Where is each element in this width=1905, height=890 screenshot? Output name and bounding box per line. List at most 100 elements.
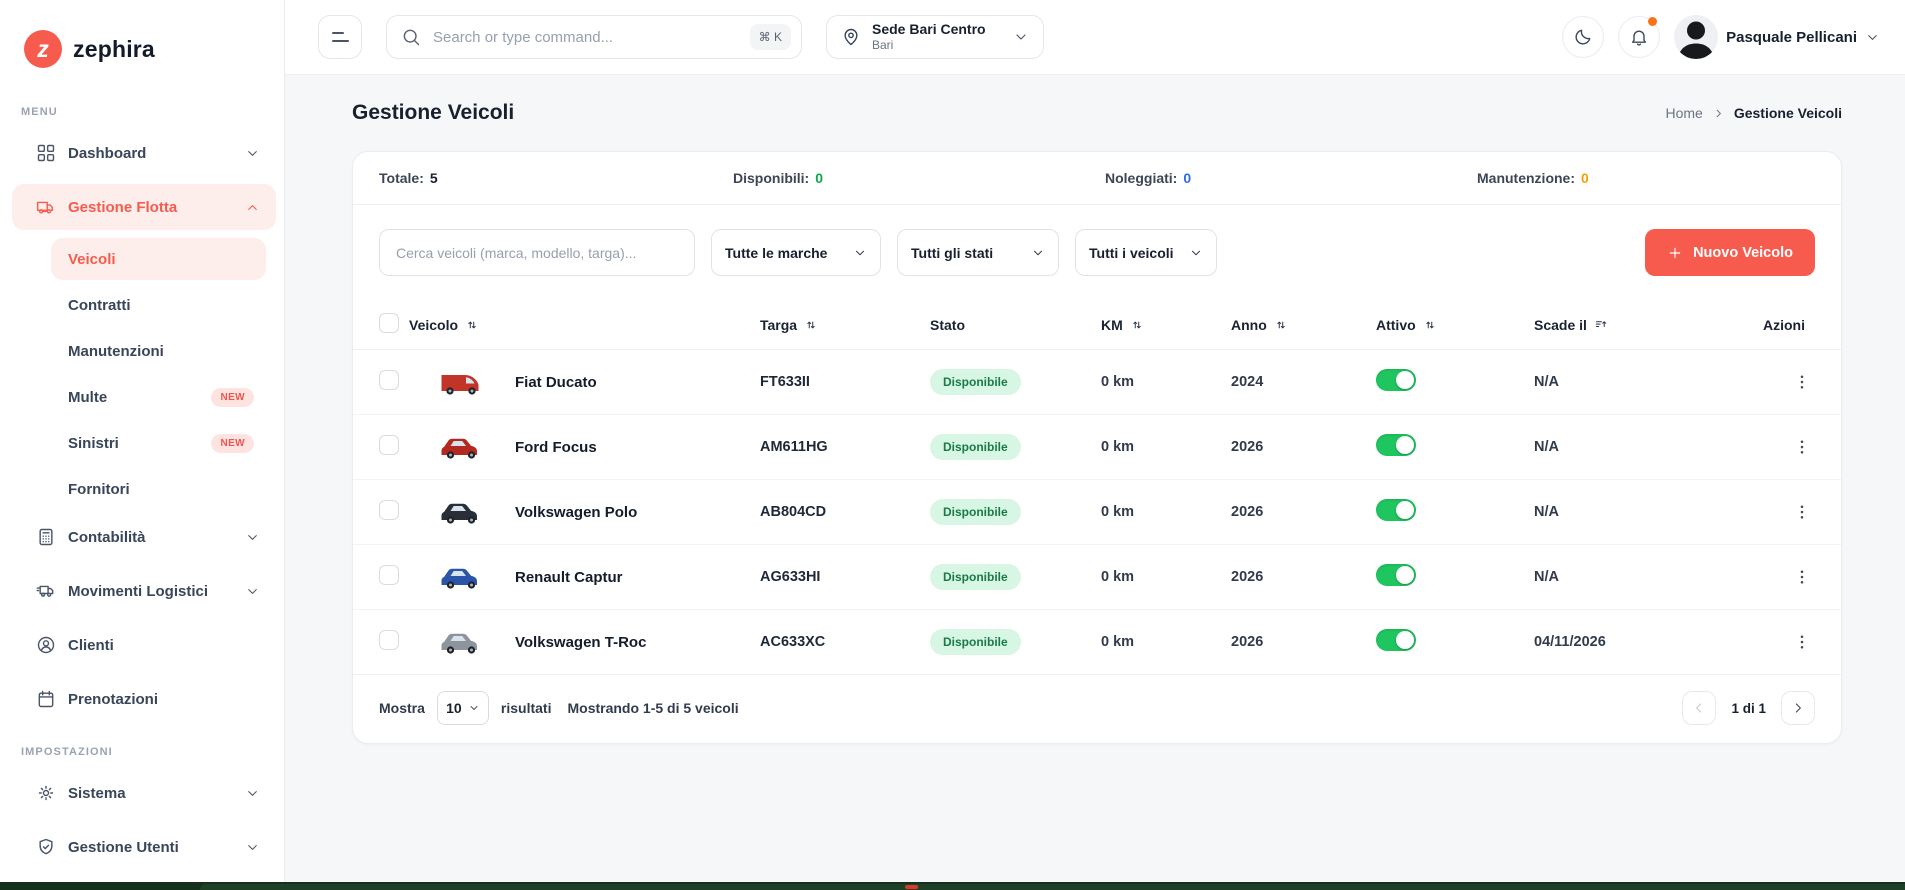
previous-page-button[interactable] <box>1682 691 1717 725</box>
notification-dot <box>1648 17 1658 26</box>
sidebar-subitem-multe[interactable]: Multe NEW <box>51 376 266 418</box>
vehicle-search-input[interactable] <box>394 243 680 262</box>
sidebar-subitem-veicoli[interactable]: Veicoli <box>51 238 266 280</box>
column-header-veicolo[interactable]: Veicolo <box>409 317 760 333</box>
new-badge: NEW <box>211 387 254 407</box>
vehicle-expiry: N/A <box>1534 504 1559 520</box>
calculator-icon <box>36 527 56 547</box>
location-selector[interactable]: Sede Bari Centro Bari <box>826 15 1044 59</box>
toggle-knob <box>1396 436 1414 454</box>
sidebar-subitem-fornitori[interactable]: Fornitori <box>51 468 266 510</box>
new-vehicle-button[interactable]: Nuovo Veicolo <box>1645 229 1815 276</box>
row-checkbox[interactable] <box>379 500 399 520</box>
chevron-down-icon <box>245 146 260 161</box>
chevron-down-icon <box>468 702 480 714</box>
user-icon <box>36 635 56 655</box>
plus-icon <box>1667 245 1683 261</box>
global-search-input[interactable] <box>431 27 740 47</box>
row-actions-button[interactable] <box>1793 568 1811 586</box>
sidebar-toggle-button[interactable] <box>318 15 362 59</box>
brand-logo[interactable]: z zephira <box>0 30 284 68</box>
notifications-button[interactable] <box>1618 16 1661 58</box>
chevron-down-icon <box>853 246 867 260</box>
status-badge: Disponibile <box>930 434 1021 460</box>
status-filter-select[interactable]: Tutti gli stati <box>897 229 1059 276</box>
per-page-label: Mostra <box>379 700 425 716</box>
active-toggle[interactable] <box>1376 499 1416 521</box>
column-header-attivo[interactable]: Attivo <box>1376 317 1534 333</box>
type-filter-value: Tutti i veicoli <box>1089 244 1174 261</box>
stats-bar: Totale: 5 Disponibili: 0 Noleggiati: 0 Manuten… <box>353 152 1841 205</box>
column-header-scade-il[interactable]: Scade il <box>1534 317 1763 333</box>
status-badge: Disponibile <box>930 564 1021 590</box>
stat-noleggiati: Noleggiati: 0 <box>1097 170 1469 186</box>
active-toggle[interactable] <box>1376 434 1416 456</box>
select-all-checkbox[interactable] <box>379 313 399 333</box>
truck-icon <box>36 197 56 217</box>
type-filter-select[interactable]: Tutti i veicoli <box>1075 229 1217 276</box>
bell-icon <box>1629 27 1649 47</box>
vehicle-km: 0 km <box>1101 504 1135 520</box>
vehicle-expiry: N/A <box>1534 569 1559 585</box>
stat-totale: Totale: 5 <box>353 170 725 186</box>
table-header: Veicolo Targa Stato KM Anno Attivo Scade il Azi… <box>353 300 1841 350</box>
column-header-anno[interactable]: Anno <box>1231 317 1376 333</box>
column-label: Scade il <box>1534 316 1587 333</box>
topbar-right: Pasquale Pellicani <box>1562 15 1880 59</box>
location-texts: Sede Bari Centro Bari <box>872 21 986 53</box>
row-actions-button[interactable] <box>1793 503 1811 521</box>
avatar <box>1674 15 1719 59</box>
table-row: Volkswagen T-Roc AC633XC Disponibile 0 k… <box>353 610 1841 675</box>
table-row: Volkswagen Polo AB804CD Disponibile 0 km… <box>353 480 1841 545</box>
column-label: Veicolo <box>409 316 459 333</box>
sidebar-subitem-contratti[interactable]: Contratti <box>51 284 266 326</box>
column-header-km[interactable]: KM <box>1101 317 1231 333</box>
chevron-down-icon <box>245 786 260 801</box>
vehicle-plate: AG633HI <box>760 569 821 585</box>
chevron-down-icon <box>1031 246 1045 260</box>
active-toggle[interactable] <box>1376 369 1416 391</box>
sidebar-item-dashboard[interactable]: Dashboard <box>12 130 276 176</box>
vehicle-thumbnail-volkswagen-t-roc <box>438 625 484 659</box>
sidebar-item-gestione-utenti[interactable]: Gestione Utenti <box>12 824 276 870</box>
breadcrumb-home[interactable]: Home <box>1665 105 1702 121</box>
vehicle-plate: FT633II <box>760 374 810 390</box>
brand-filter-select[interactable]: Tutte le marche <box>711 229 881 276</box>
row-actions-button[interactable] <box>1793 373 1811 391</box>
column-header-targa[interactable]: Targa <box>760 317 930 333</box>
user-menu[interactable]: Pasquale Pellicani <box>1674 15 1880 59</box>
row-checkbox[interactable] <box>379 565 399 585</box>
new-badge: NEW <box>211 433 254 453</box>
row-actions-button[interactable] <box>1793 438 1811 456</box>
next-page-button[interactable] <box>1781 691 1815 725</box>
dark-mode-button[interactable] <box>1562 16 1605 58</box>
vehicle-expiry: N/A <box>1534 439 1559 455</box>
new-vehicle-button-label: Nuovo Veicolo <box>1693 244 1793 261</box>
table-row: Fiat Ducato FT633II Disponibile 0 km 202… <box>353 350 1841 415</box>
sidebar-item-gestione-flotta[interactable]: Gestione Flotta <box>12 184 276 230</box>
sidebar-subitem-manutenzioni[interactable]: Manutenzioni <box>51 330 266 372</box>
active-toggle[interactable] <box>1376 629 1416 651</box>
calendar-icon <box>36 689 56 709</box>
sidebar-item-movimenti-logistici[interactable]: Movimenti Logistici <box>12 568 276 614</box>
sidebar-item-sistema[interactable]: Sistema <box>12 770 276 816</box>
per-page-select[interactable]: 10 <box>436 691 489 725</box>
sidebar-item-contabilit[interactable]: Contabilità <box>12 514 276 560</box>
sidebar-item-prenotazioni[interactable]: Prenotazioni <box>12 676 276 722</box>
active-toggle[interactable] <box>1376 564 1416 586</box>
row-actions-button[interactable] <box>1793 633 1811 651</box>
sidebar-item-clienti[interactable]: Clienti <box>12 622 276 668</box>
chevron-down-icon <box>1189 246 1203 260</box>
sidebar-subitem-sinistri[interactable]: Sinistri NEW <box>51 422 266 464</box>
app-root: z zephira MENU Dashboard Gestione Flotta… <box>0 0 1905 890</box>
vehicle-km: 0 km <box>1101 374 1135 390</box>
bottom-banner-inner <box>200 884 1905 890</box>
page-content: Gestione Veicoli Home Gestione Veicoli T… <box>285 75 1905 890</box>
gear-icon <box>36 783 56 803</box>
vehicle-plate: AB804CD <box>760 504 827 520</box>
row-checkbox[interactable] <box>379 370 399 390</box>
row-checkbox[interactable] <box>379 435 399 455</box>
row-checkbox[interactable] <box>379 630 399 650</box>
grid-icon <box>36 143 56 163</box>
stat-label: Totale: <box>379 170 424 186</box>
